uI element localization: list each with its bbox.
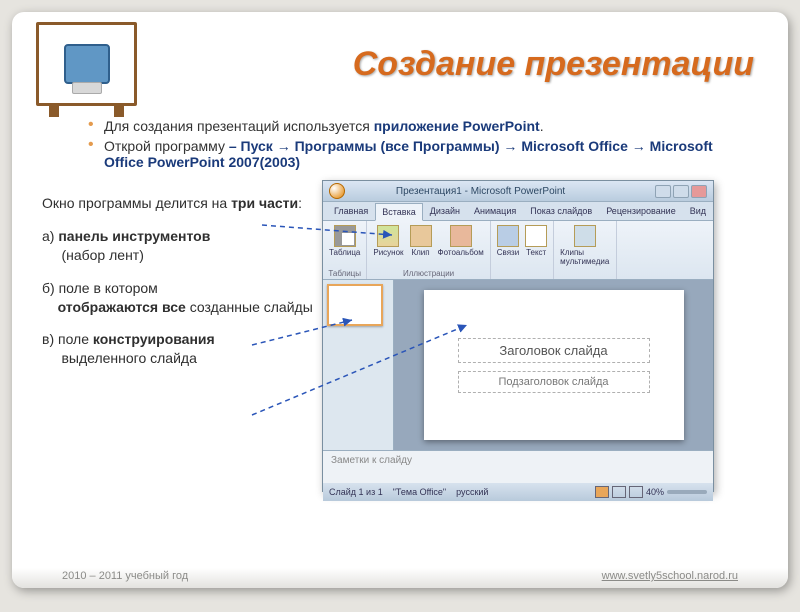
insert-text-button[interactable]: Текст: [523, 224, 549, 258]
status-slide: Слайд 1 из 1: [329, 487, 383, 497]
notes-pane[interactable]: Заметки к слайду: [323, 450, 713, 483]
t: отображаются все: [58, 299, 190, 315]
bullet-item: Для создания презентаций используется пр…: [88, 118, 752, 134]
t: Окно программы делится на: [42, 195, 231, 211]
btn-label: Связи: [497, 248, 519, 257]
ribbon-tab[interactable]: Показ слайдов: [523, 202, 599, 220]
bullet-list: Для создания презентаций используется пр…: [48, 118, 752, 170]
ribbon-tab[interactable]: Главная: [327, 202, 375, 220]
ribbon-tab[interactable]: Дизайн: [423, 202, 467, 220]
btn-label: Клип: [411, 248, 429, 257]
status-bar: Слайд 1 из 1 "Тема Office" русский 40%: [323, 483, 713, 501]
status-theme: "Тема Office": [393, 487, 446, 497]
middle-row: Окно программы делится на три части: а) …: [42, 180, 758, 492]
ribbon-tab[interactable]: Анимация: [467, 202, 523, 220]
slide-panel[interactable]: [323, 280, 394, 450]
status-lang: русский: [456, 487, 488, 497]
ribbon-group-illustrations: Рисунок Клип Фотоальбом Иллюстрации: [367, 221, 490, 279]
title-placeholder[interactable]: Заголовок слайда: [458, 338, 650, 363]
insert-clip-button[interactable]: Клип: [408, 224, 434, 258]
btn-label: Фотоальбом: [438, 248, 484, 257]
t: выделенного слайда: [58, 350, 197, 366]
insert-picture-button[interactable]: Рисунок: [371, 224, 405, 258]
text: Открой программу: [104, 138, 229, 154]
media-icon: [574, 225, 596, 247]
text-icon: [525, 225, 547, 247]
slide-card: Создание презентации Для создания презен…: [12, 12, 788, 588]
t: а): [42, 228, 58, 244]
insert-links-button[interactable]: Связи: [495, 224, 521, 258]
pp-titlebar: Презентация1 - Microsoft PowerPoint: [323, 181, 713, 202]
insert-album-button[interactable]: Фотоальбом: [436, 224, 486, 258]
view-sorter-icon[interactable]: [612, 486, 626, 498]
easel-logo: [36, 22, 137, 106]
ribbon-group-links: Связи Текст: [491, 221, 554, 279]
header: Создание презентации: [12, 12, 788, 112]
t: три части: [231, 195, 298, 211]
album-icon: [450, 225, 472, 247]
maximize-icon[interactable]: [673, 185, 689, 198]
btn-label: Клипы мультимедиа: [560, 248, 610, 266]
page-title: Создание презентации: [167, 45, 764, 84]
footer: 2010 – 2011 учебный год www.svetly5schoo…: [12, 570, 788, 582]
t: панель инструментов: [58, 228, 210, 244]
bullet-item: Открой программу – Пуск → Программы (все…: [88, 138, 752, 170]
text: .: [540, 118, 544, 134]
ribbon-tab[interactable]: Рецензирование: [599, 202, 683, 220]
window-controls: [655, 185, 707, 198]
window-title: Презентация1 - Microsoft PowerPoint: [396, 186, 565, 197]
pp-body: Заголовок слайда Подзаголовок слайда: [323, 280, 713, 450]
close-icon[interactable]: [691, 185, 707, 198]
subtitle-placeholder[interactable]: Подзаголовок слайда: [458, 371, 650, 393]
view-normal-icon[interactable]: [595, 486, 609, 498]
group-label: Таблицы: [328, 269, 361, 278]
btn-label: Таблица: [329, 248, 360, 257]
ribbon-group-tables: Таблица Таблицы: [323, 221, 367, 279]
view-show-icon[interactable]: [629, 486, 643, 498]
ribbon-group-media: Клипы мультимедиа: [554, 221, 617, 279]
links-icon: [497, 225, 519, 247]
insert-media-button[interactable]: Клипы мультимедиа: [558, 224, 612, 267]
slide-thumbnail[interactable]: [327, 284, 383, 326]
insert-table-button[interactable]: Таблица: [327, 224, 362, 258]
description-text: Окно программы делится на три части: а) …: [42, 180, 322, 492]
ribbon-tab[interactable]: Вид: [683, 202, 713, 220]
zoom-control[interactable]: 40%: [595, 486, 707, 498]
footer-link[interactable]: www.svetly5school.narod.ru: [602, 570, 738, 582]
office-button-icon[interactable]: [329, 183, 345, 199]
text-strong: приложение PowerPoint: [374, 118, 540, 134]
minimize-icon[interactable]: [655, 185, 671, 198]
picture-icon: [377, 225, 399, 247]
t: б) поле в котором: [42, 280, 158, 296]
btn-label: Рисунок: [373, 248, 403, 257]
ribbon-tabs: Главная Вставка Дизайн Анимация Показ сл…: [323, 202, 713, 221]
computer-icon: [64, 44, 110, 84]
slide-preview: Заголовок слайда Подзаголовок слайда: [424, 290, 684, 440]
group-label: Иллюстрации: [403, 269, 454, 278]
table-icon: [334, 225, 356, 247]
footer-left: 2010 – 2011 учебный год: [62, 570, 188, 582]
t: в) поле: [42, 331, 93, 347]
t: конструирования: [93, 331, 215, 347]
text: Для создания презентаций используется: [104, 118, 374, 134]
ribbon: Таблица Таблицы Рисунок Клип Фотоальбом …: [323, 221, 713, 280]
powerpoint-window: Презентация1 - Microsoft PowerPoint Глав…: [322, 180, 714, 492]
slide-canvas[interactable]: Заголовок слайда Подзаголовок слайда: [394, 280, 713, 450]
clip-icon: [410, 225, 432, 247]
t: созданные слайды: [190, 299, 313, 315]
btn-label: Текст: [526, 248, 546, 257]
ribbon-tab-active[interactable]: Вставка: [375, 203, 422, 221]
zoom-slider[interactable]: [667, 490, 707, 494]
t: (набор лент): [58, 247, 144, 263]
zoom-value: 40%: [646, 487, 664, 497]
